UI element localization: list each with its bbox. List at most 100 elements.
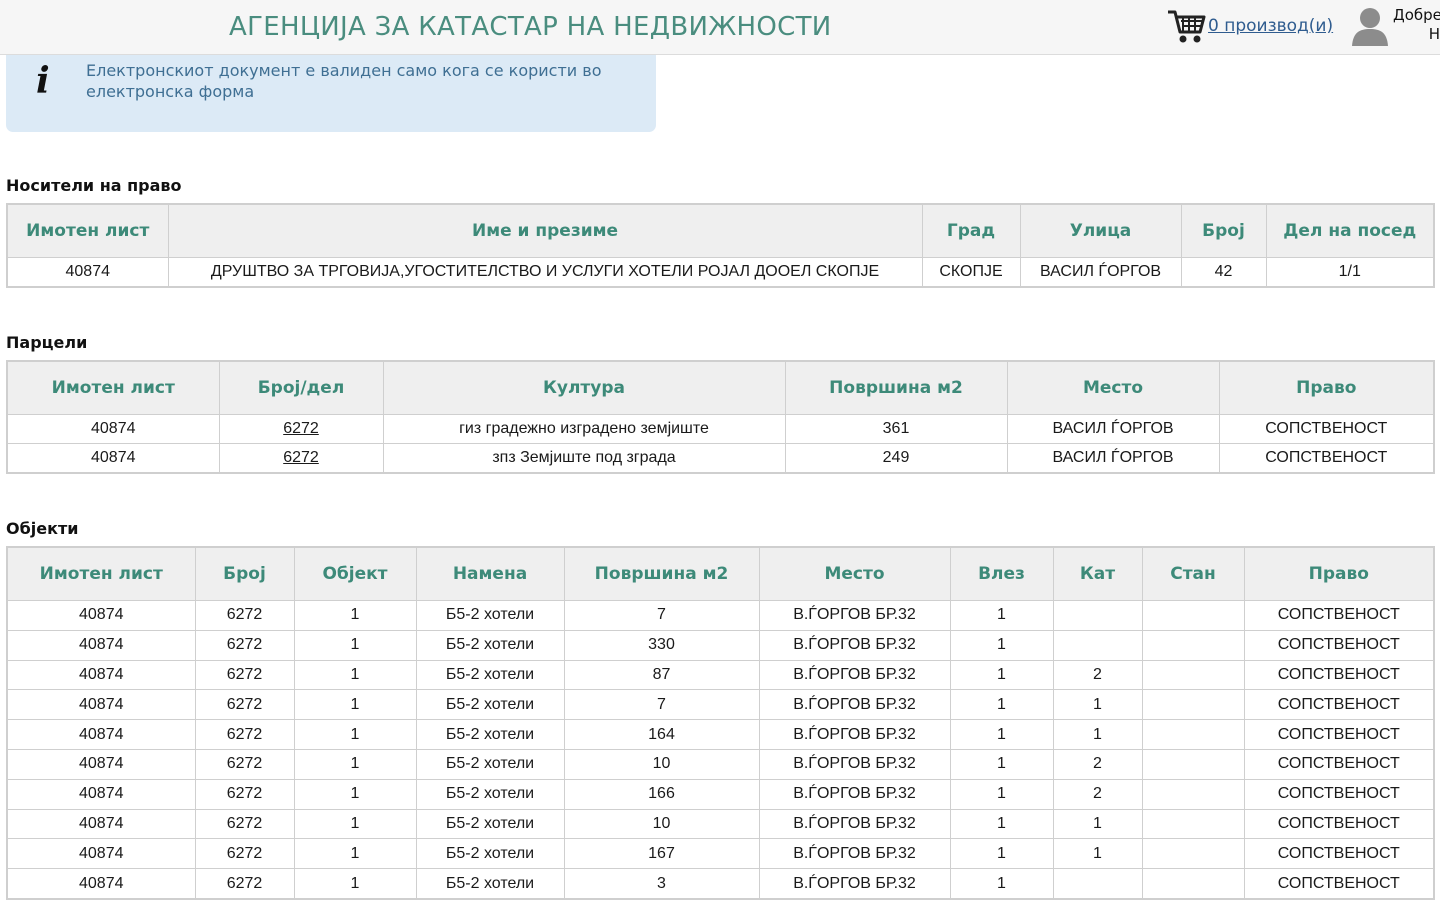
table-cell: СКОПЈЕ	[921, 257, 1021, 288]
table-cell: 1	[949, 808, 1054, 840]
table-cell: зпз Земјиште под зграда	[382, 443, 786, 474]
table-cell: гиз градежно изградено земјиште	[382, 414, 786, 444]
table-cell: 1	[1052, 689, 1143, 721]
table-cell: В.ЃОРГОВ БР.32	[758, 778, 951, 810]
info-text-line2: електронска форма	[86, 82, 255, 101]
table-cell: ВАСИЛ ЃОРГОВ	[1006, 414, 1220, 444]
table-cell: В.ЃОРГОВ БР.32	[758, 868, 951, 900]
table-cell: 40874	[6, 748, 196, 780]
table-header-row: Имотен лист Име и презиме Град Улица Број Дел…	[6, 203, 1435, 258]
table-cell: 1	[949, 868, 1054, 900]
table-cell: 10	[563, 808, 760, 840]
table-cell: Б5-2 хотели	[415, 778, 565, 810]
user-greeting[interactable]: Добре Н	[1393, 6, 1440, 44]
table-cell: СОПСТВЕНОСТ	[1243, 659, 1435, 691]
table-row: 40874 6272 1 Б5-2 хотели 164 В.ЃОРГОВ БР.32 1 1…	[6, 719, 1435, 750]
greeting-line1: Добре	[1393, 6, 1440, 24]
table-row: 40874 6272 1 Б5-2 хотели 330 В.ЃОРГОВ БР.32 1 С…	[6, 629, 1435, 661]
table-cell: 6272	[194, 748, 295, 780]
table-cell	[1052, 629, 1143, 661]
table-cell	[1052, 868, 1143, 900]
table-cell: Б5-2 хотели	[415, 719, 565, 750]
column-header: Број/дел	[218, 360, 384, 415]
column-header: Место	[758, 546, 951, 601]
table-cell	[1141, 778, 1245, 810]
objects-table: Имотен лист Број Објект Намена Површина м2 Ме…	[6, 546, 1435, 900]
table-cell: 10	[563, 748, 760, 780]
column-header: Улица	[1019, 203, 1182, 258]
parcel-number-link[interactable]: 6272	[283, 420, 319, 437]
site-title[interactable]: АГЕНЦИЈА ЗА КАТАСТАР НА НЕДВИЖНОСТИ	[229, 12, 832, 42]
user-avatar-icon[interactable]	[1350, 4, 1390, 46]
table-cell: ВАСИЛ ЃОРГОВ	[1006, 443, 1220, 474]
column-header: Име и презиме	[167, 203, 923, 258]
table-cell: 42	[1180, 257, 1267, 288]
table-row: 40874 6272 1 Б5-2 хотели 87 В.ЃОРГОВ БР.32 1 2 С…	[6, 659, 1435, 691]
table-cell: 40874	[6, 659, 196, 691]
table-cell: Б5-2 хотели	[415, 600, 565, 631]
table-cell	[1141, 838, 1245, 870]
info-text-line1: Електронскиот документ е валиден само ко…	[86, 61, 602, 80]
table-cell: СОПСТВЕНОСТ	[1243, 629, 1435, 661]
table-cell: 6272	[194, 629, 295, 661]
table-row: 40874 6272 1 Б5-2 хотели 166 В.ЃОРГОВ БР.32 1 2…	[6, 778, 1435, 810]
table-cell	[1141, 689, 1245, 721]
info-notice: i Електронскиот документ е валиден само …	[6, 55, 656, 132]
cart-link[interactable]: 0 производ(и)	[1208, 16, 1333, 36]
table-cell: 2	[1052, 659, 1143, 691]
table-cell: 40874	[6, 414, 220, 444]
table-row: 40874 6272 зпз Земјиште под зграда 249 ВАСИЛ…	[6, 443, 1435, 474]
column-header: Имотен лист	[6, 360, 220, 415]
table-cell: Б5-2 хотели	[415, 868, 565, 900]
column-header: Број	[1180, 203, 1267, 258]
table-row: 40874 6272 1 Б5-2 хотели 7 В.ЃОРГОВ БР.32 1 СОП…	[6, 600, 1435, 631]
table-cell: СОПСТВЕНОСТ	[1243, 808, 1435, 840]
info-text: Електронскиот документ е валиден само ко…	[86, 60, 601, 102]
table-row: 40874 6272 1 Б5-2 хотели 10 В.ЃОРГОВ БР.32 1 2 С…	[6, 748, 1435, 780]
table-cell: 1	[1052, 808, 1143, 840]
table-cell: СОПСТВЕНОСТ	[1243, 778, 1435, 810]
table-row: 40874 6272 1 Б5-2 хотели 10 В.ЃОРГОВ БР.32 1 1 С…	[6, 808, 1435, 840]
table-cell: 249	[784, 443, 1008, 474]
table-cell: 6272	[218, 443, 384, 474]
table-cell: СОПСТВЕНОСТ	[1218, 414, 1435, 444]
column-header: Место	[1006, 360, 1220, 415]
table-cell	[1141, 748, 1245, 780]
table-cell: В.ЃОРГОВ БР.32	[758, 629, 951, 661]
table-cell: В.ЃОРГОВ БР.32	[758, 748, 951, 780]
table-cell: В.ЃОРГОВ БР.32	[758, 808, 951, 840]
table-cell	[1141, 629, 1245, 661]
table-cell: 6272	[194, 659, 295, 691]
table-cell	[1141, 808, 1245, 840]
table-cell	[1141, 600, 1245, 631]
table-cell: 1	[949, 748, 1054, 780]
column-header: Дел на посед	[1265, 203, 1435, 258]
parcels-title: Парцели	[6, 333, 88, 352]
column-header: Влез	[949, 546, 1054, 601]
table-row: 40874 6272 1 Б5-2 хотели 167 В.ЃОРГОВ БР.32 1 1…	[6, 838, 1435, 870]
table-cell: 1	[949, 689, 1054, 721]
table-cell: 164	[563, 719, 760, 750]
cart-icon[interactable]	[1166, 6, 1208, 46]
column-header: Култура	[382, 360, 786, 415]
table-row: 40874 6272 гиз градежно изградено земјиште…	[6, 414, 1435, 444]
table-cell: 1	[293, 629, 417, 661]
table-cell: 6272	[194, 868, 295, 900]
column-header: Стан	[1141, 546, 1245, 601]
table-cell: 1	[293, 838, 417, 870]
table-cell: 1	[293, 808, 417, 840]
table-cell: 87	[563, 659, 760, 691]
table-row: 40874 6272 1 Б5-2 хотели 7 В.ЃОРГОВ БР.32 1 1 СО…	[6, 689, 1435, 721]
table-cell	[1141, 868, 1245, 900]
column-header: Имотен лист	[6, 546, 196, 601]
table-cell: 1	[293, 778, 417, 810]
table-cell: ДРУШТВО ЗА ТРГОВИЈА,УГОСТИТЕЛСТВО И УСЛУ…	[167, 257, 923, 288]
column-header: Право	[1243, 546, 1435, 601]
table-cell: В.ЃОРГОВ БР.32	[758, 659, 951, 691]
table-cell: В.ЃОРГОВ БР.32	[758, 689, 951, 721]
table-cell: Б5-2 хотели	[415, 689, 565, 721]
table-cell: Б5-2 хотели	[415, 808, 565, 840]
table-cell: 1	[949, 659, 1054, 691]
table-cell: 40874	[6, 838, 196, 870]
parcel-number-link[interactable]: 6272	[283, 449, 319, 466]
